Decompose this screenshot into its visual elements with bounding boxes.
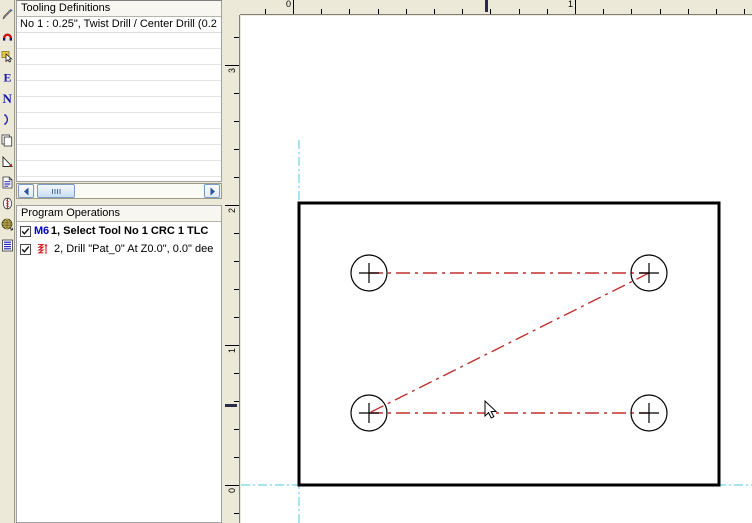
ruler-minor-tick bbox=[234, 233, 239, 234]
ruler-minor-tick bbox=[234, 149, 239, 150]
ruler-minor-tick bbox=[405, 9, 407, 14]
ruler-major-tick bbox=[293, 0, 294, 14]
list-view-icon[interactable] bbox=[0, 235, 15, 256]
m6-toolchange-icon: M6 bbox=[34, 225, 49, 237]
ruler-major-tick bbox=[225, 485, 239, 486]
magnet-icon[interactable] bbox=[0, 25, 15, 46]
ruler-major-tick bbox=[225, 345, 239, 346]
ruler-minor-tick bbox=[687, 9, 689, 14]
tooling-row[interactable] bbox=[17, 97, 221, 113]
left-toolbar: E N bbox=[0, 0, 15, 523]
operation-row-drill[interactable]: 2, Drill "Pat_0" At Z0.0", 0.0" dee bbox=[17, 240, 221, 258]
ruler-minor-tick bbox=[264, 9, 266, 14]
arc-tool-icon[interactable] bbox=[0, 109, 15, 130]
ruler-label: 1 bbox=[227, 347, 237, 353]
ruler-minor-tick bbox=[234, 37, 239, 38]
mouse-cursor bbox=[484, 399, 498, 419]
ruler-minor-tick bbox=[234, 121, 239, 122]
stock-rectangle[interactable] bbox=[297, 201, 721, 487]
text-tool-icon[interactable]: E bbox=[0, 67, 15, 88]
ruler-label: 0 bbox=[227, 487, 237, 493]
program-operations-header: Program Operations bbox=[17, 206, 221, 222]
svg-text:N: N bbox=[3, 92, 13, 105]
left-dock: Tooling Definitions No 1 : 0.25", Twist … bbox=[16, 0, 222, 523]
ruler-minor-tick bbox=[659, 9, 661, 14]
vertical-ruler[interactable]: 3 2 1 0 bbox=[225, 15, 240, 523]
tooling-row[interactable] bbox=[17, 129, 221, 145]
polyline-n-icon[interactable]: N bbox=[0, 88, 15, 109]
ruler-major-tick bbox=[575, 0, 576, 14]
horizontal-ruler[interactable]: 01 bbox=[225, 0, 752, 15]
svg-text:E: E bbox=[4, 71, 12, 84]
tooling-row[interactable]: No 1 : 0.25", Twist Drill / Center Drill… bbox=[17, 17, 221, 33]
ruler-major-tick bbox=[225, 205, 239, 206]
ruler-minor-tick bbox=[462, 9, 464, 14]
ruler-minor-tick bbox=[234, 513, 239, 514]
tooling-row[interactable] bbox=[17, 65, 221, 81]
tooling-definitions-panel: Tooling Definitions No 1 : 0.25", Twist … bbox=[16, 0, 222, 182]
tooling-row[interactable] bbox=[17, 81, 221, 97]
drill-hole-icon[interactable] bbox=[0, 193, 15, 214]
ruler-label: 3 bbox=[227, 67, 237, 73]
ruler-minor-tick bbox=[321, 9, 323, 14]
ruler-minor-tick bbox=[546, 9, 548, 14]
tooling-row[interactable] bbox=[17, 113, 221, 129]
ruler-minor-tick bbox=[631, 9, 633, 14]
ruler-minor-tick bbox=[234, 93, 239, 94]
program-operations-panel: Program Operations M6 1, Select Tool No … bbox=[16, 205, 222, 523]
ruler-minor-tick bbox=[234, 289, 239, 290]
tooling-row[interactable] bbox=[17, 33, 221, 49]
cursor-arrow-icon bbox=[484, 399, 498, 419]
tooling-row[interactable] bbox=[17, 161, 221, 177]
ruler-label: 0 bbox=[286, 0, 292, 9]
ruler-corner bbox=[225, 0, 240, 15]
tooling-horizontal-scrollbar[interactable] bbox=[16, 183, 222, 199]
scroll-right-arrow-icon[interactable] bbox=[204, 184, 220, 198]
operation-checkbox[interactable] bbox=[20, 225, 31, 237]
drawing-canvas[interactable] bbox=[241, 16, 752, 523]
scrollbar-thumb[interactable] bbox=[37, 184, 75, 198]
tooling-definitions-header: Tooling Definitions bbox=[17, 1, 221, 17]
tooling-row[interactable] bbox=[17, 49, 221, 65]
ruler-minor-tick bbox=[234, 177, 239, 178]
toolpath-segment[interactable] bbox=[368, 272, 650, 414]
ruler-minor-tick bbox=[234, 429, 239, 430]
globe-icon[interactable] bbox=[0, 214, 15, 235]
drill-peck-icon bbox=[34, 242, 52, 256]
ruler-minor-tick bbox=[234, 457, 239, 458]
ruler-minor-tick bbox=[744, 9, 746, 14]
operation-label: 2, Drill "Pat_0" At Z0.0", 0.0" dee bbox=[54, 243, 214, 255]
ruler-minor-tick bbox=[349, 9, 351, 14]
vertical-ruler-cursor-marker bbox=[225, 404, 237, 407]
scrollbar-track[interactable] bbox=[35, 184, 203, 198]
ruler-minor-tick bbox=[603, 9, 605, 14]
ruler-minor-tick bbox=[234, 261, 239, 262]
ruler-minor-tick bbox=[377, 9, 379, 14]
tooling-definitions-list[interactable]: No 1 : 0.25", Twist Drill / Center Drill… bbox=[17, 17, 221, 177]
scroll-left-arrow-icon[interactable] bbox=[18, 184, 34, 198]
ruler-label: 2 bbox=[227, 207, 237, 213]
operation-label: 1, Select Tool No 1 CRC 1 TLC bbox=[50, 225, 209, 237]
pointer-select-icon[interactable] bbox=[0, 46, 15, 67]
ruler-label: 1 bbox=[568, 0, 574, 9]
ruler-minor-tick bbox=[234, 373, 239, 374]
drill-hole[interactable] bbox=[630, 394, 668, 432]
ruler-minor-tick bbox=[518, 9, 520, 14]
ruler-minor-tick bbox=[234, 317, 239, 318]
tooling-row[interactable] bbox=[17, 145, 221, 161]
horizontal-ruler-cursor-marker bbox=[485, 0, 488, 12]
drill-hole[interactable] bbox=[630, 254, 668, 292]
ruler-minor-tick bbox=[490, 9, 492, 14]
ruler-minor-tick bbox=[434, 9, 435, 14]
copy-layers-icon[interactable] bbox=[0, 130, 15, 151]
operation-row-toolchange[interactable]: M6 1, Select Tool No 1 CRC 1 TLC bbox=[17, 222, 221, 240]
ruler-minor-tick bbox=[234, 401, 239, 402]
pen-tool-icon[interactable] bbox=[0, 4, 15, 25]
triangle-shape-icon[interactable] bbox=[0, 151, 15, 172]
ruler-major-tick bbox=[225, 65, 239, 66]
document-icon[interactable] bbox=[0, 172, 15, 193]
ruler-minor-tick bbox=[716, 9, 717, 14]
operation-checkbox[interactable] bbox=[20, 243, 31, 255]
application-window: E N Tooling Definitions No 1: 0.25", Tw… bbox=[0, 0, 752, 523]
